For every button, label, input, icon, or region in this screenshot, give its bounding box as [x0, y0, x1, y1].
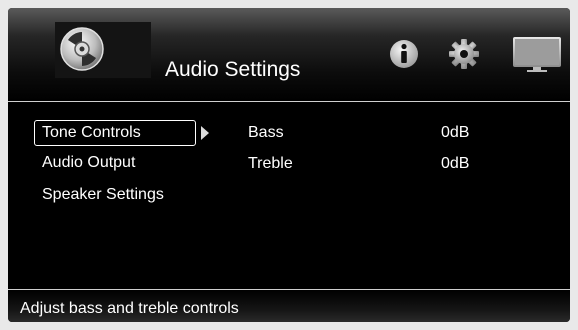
gear-icon[interactable]	[448, 38, 480, 70]
info-icon[interactable]	[389, 38, 419, 70]
screen: Audio Settings Tone Controls Audio Outpu…	[8, 8, 570, 322]
chevron-right-icon	[201, 126, 209, 140]
bass-label: Bass	[248, 124, 284, 141]
menu-item-tone-controls[interactable]: Tone Controls	[34, 120, 196, 146]
app-logo: Audio Settings	[55, 22, 300, 81]
treble-label: Treble	[248, 155, 293, 172]
help-text: Adjust bass and treble controls	[20, 300, 239, 317]
menu-item-audio-output[interactable]: Audio Output	[34, 150, 196, 176]
disc-icon	[60, 27, 104, 71]
header-bar: Audio Settings	[8, 8, 570, 102]
treble-value[interactable]: 0dB	[441, 155, 469, 173]
monitor-icon[interactable]	[512, 36, 562, 72]
page-title: Audio Settings	[165, 58, 301, 81]
footer-bar: Adjust bass and treble controls	[8, 289, 570, 322]
bass-value[interactable]: 0dB	[441, 124, 469, 142]
menu-item-speaker-settings[interactable]: Speaker Settings	[34, 182, 196, 208]
